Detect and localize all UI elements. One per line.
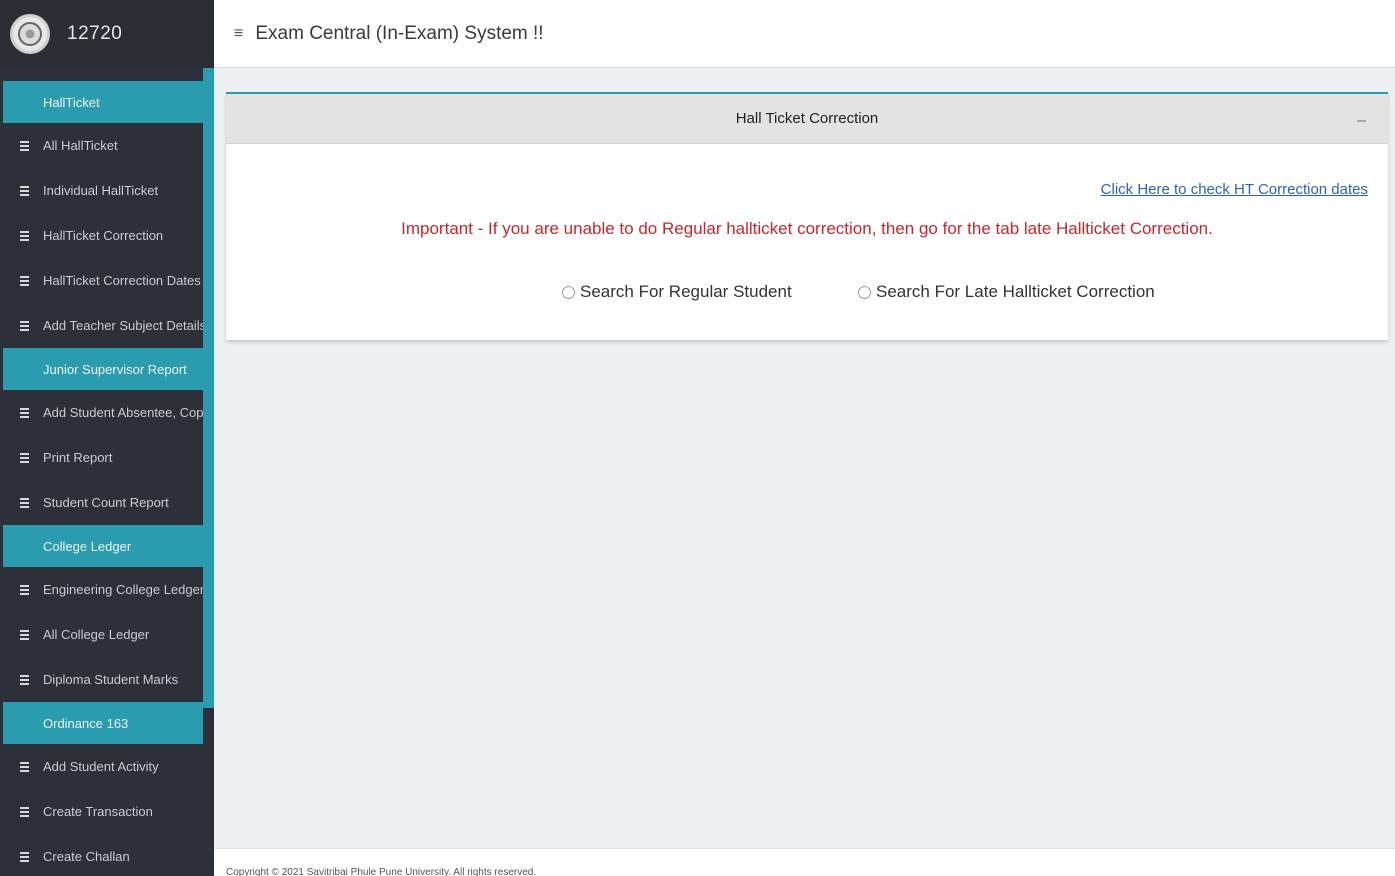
sidebar-section-header[interactable]: HallTicket (3, 81, 203, 123)
sidebar-nav: HallTicket All HallTicket Individual HallT… (3, 81, 203, 876)
sidebar-item[interactable]: All College Ledger (3, 612, 203, 657)
brand-bar: 12720 (0, 0, 214, 68)
user-id: 12720 (67, 23, 123, 44)
sidebar-item[interactable]: Engineering College Ledger (3, 567, 203, 612)
sidebar-item[interactable]: All HallTicket (3, 123, 203, 168)
sidebar-item-label: All College Ledger (43, 627, 150, 642)
sidebar-item-label: Student Count Report (43, 495, 169, 510)
sidebar-item-label: Create Challan (43, 849, 130, 864)
sidebar-accent-rail (203, 68, 214, 708)
sidebar-item[interactable]: Individual HallTicket (3, 168, 203, 213)
minus-icon[interactable]: – (1357, 112, 1366, 130)
sidebar-item[interactable]: Diploma Student Marks (3, 657, 203, 702)
list-icon (20, 851, 29, 862)
list-icon (20, 320, 29, 331)
hamburger-icon[interactable]: ≡ (234, 25, 243, 43)
sidebar-item-label: Add Student Absentee, Copy C (43, 405, 203, 420)
radio-button[interactable] (562, 285, 575, 299)
panel-title: Hall Ticket Correction (735, 110, 879, 127)
list-icon (20, 497, 29, 508)
sidebar-item[interactable]: Add Student Absentee, Copy C (3, 390, 203, 435)
list-icon (20, 629, 29, 640)
sidebar-item[interactable]: Student Count Report (3, 480, 203, 525)
list-icon (20, 674, 29, 685)
sidebar-section-header[interactable]: Ordinance 163 (3, 702, 203, 744)
footer: Copyright © 2021 Savitribai Phule Pune U… (214, 848, 1395, 876)
sidebar-item[interactable]: HallTicket Correction (3, 213, 203, 258)
sidebar-section-header[interactable]: Junior Supervisor Report (3, 348, 203, 390)
list-icon (20, 140, 29, 151)
radio-regular-student[interactable]: Search For Regular Student (562, 282, 792, 302)
list-icon (20, 407, 29, 418)
sidebar-item-label: Engineering College Ledger (43, 582, 203, 597)
sidebar-item[interactable]: HallTicket Correction Dates (3, 258, 203, 303)
sidebar-item-label: HallTicket Correction (43, 228, 164, 243)
sidebar-item-label: HallTicket Correction Dates (43, 273, 201, 288)
list-icon (20, 761, 29, 772)
list-icon (20, 185, 29, 196)
panel-header: Hall Ticket Correction – (226, 94, 1388, 144)
topbar: ≡ Exam Central (In-Exam) System !! (214, 0, 1395, 68)
radio-late-correction[interactable]: Search For Late Hallticket Correction (858, 282, 1155, 302)
radio-late-label: Search For Late Hallticket Correction (876, 282, 1155, 301)
list-icon (20, 806, 29, 817)
list-icon (20, 230, 29, 241)
important-notice: Important - If you are unable to do Regu… (401, 219, 1213, 238)
hall-ticket-correction-panel: Hall Ticket Correction – Click Here to c… (226, 92, 1388, 340)
page-title: Exam Central (In-Exam) System !! (255, 22, 544, 44)
sidebar-item-label: Add Teacher Subject Details (43, 318, 203, 333)
sidebar-item-label: Individual HallTicket (43, 183, 159, 198)
list-icon (20, 275, 29, 286)
sidebar: 12720 HallTicket All HallTicket Individual… (0, 0, 214, 876)
radio-button[interactable] (858, 285, 871, 299)
sidebar-item-label: Add Student Activity (43, 759, 159, 774)
list-icon (20, 452, 29, 463)
sidebar-item-label: All HallTicket (43, 138, 118, 153)
list-icon (20, 584, 29, 595)
radio-regular-label: Search For Regular Student (580, 282, 792, 301)
sidebar-item-label: Print Report (43, 450, 113, 465)
sidebar-section-header[interactable]: College Ledger (3, 525, 203, 567)
sidebar-item-label: Create Transaction (43, 804, 153, 819)
sidebar-item[interactable]: Print Report (3, 435, 203, 480)
sidebar-item-label: Diploma Student Marks (43, 672, 179, 687)
university-seal-icon (10, 14, 50, 54)
sidebar-item[interactable]: Create Challan (3, 834, 203, 876)
sidebar-item[interactable]: Create Transaction (3, 789, 203, 834)
sidebar-item[interactable]: Add Student Activity (3, 744, 203, 789)
sidebar-item[interactable]: Add Teacher Subject Details (3, 303, 203, 348)
check-correction-dates-link[interactable]: Click Here to check HT Correction dates (1101, 181, 1368, 198)
